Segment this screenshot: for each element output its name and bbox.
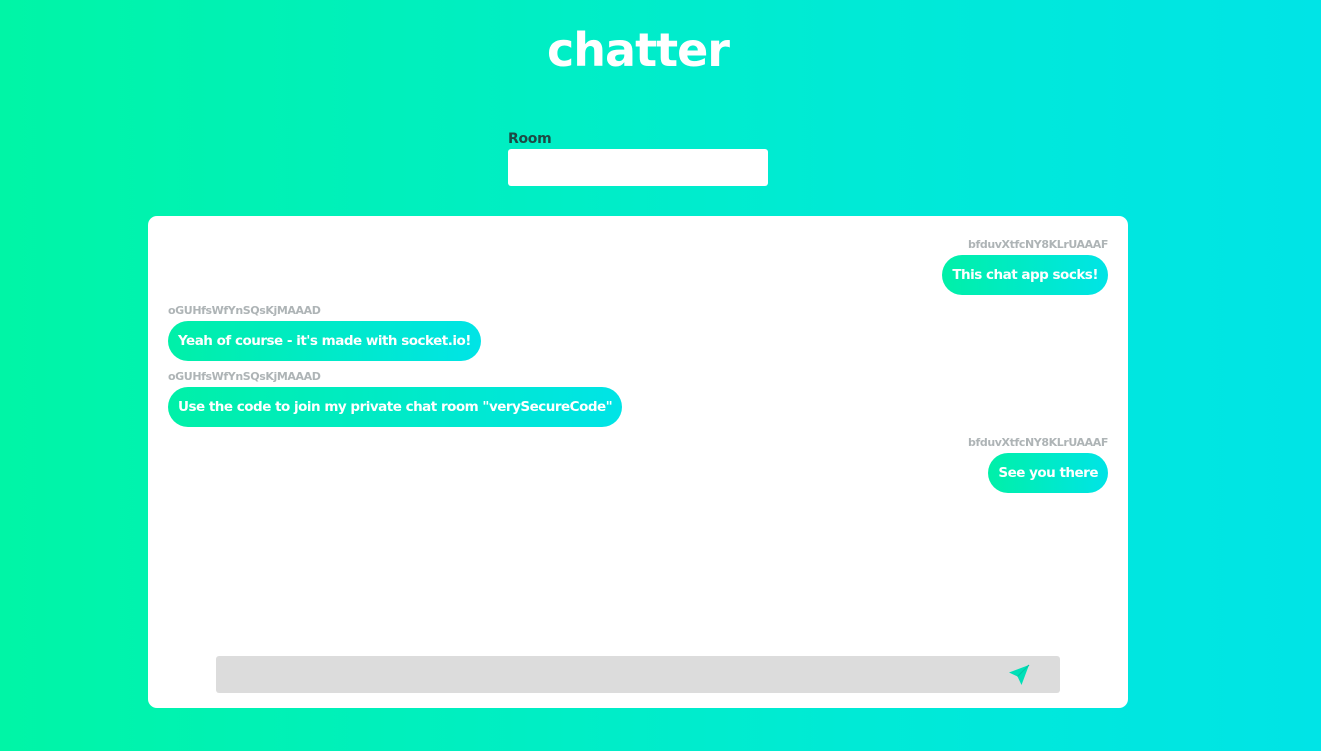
app-title: chatter <box>547 23 730 77</box>
chat-panel: bfduvXtfcNY8KLrUAAAF This chat app socks… <box>148 216 1128 708</box>
message-sender: oGUHfsWfYnSQsKjMAAAD <box>168 370 321 383</box>
message-item: bfduvXtfcNY8KLrUAAAF See you there <box>168 436 1108 493</box>
message-item: oGUHfsWfYnSQsKjMAAAD Yeah of course - it… <box>168 304 1108 361</box>
message-bubble: This chat app socks! <box>942 255 1108 295</box>
message-input[interactable] <box>216 656 996 693</box>
send-icon <box>1006 662 1032 688</box>
message-bubble: Use the code to join my private chat roo… <box>168 387 623 427</box>
message-composer <box>216 656 1060 693</box>
send-button[interactable] <box>1006 662 1032 688</box>
room-field-group: Room <box>508 130 768 186</box>
message-bubble: See you there <box>988 453 1108 493</box>
room-label: Room <box>508 131 552 147</box>
message-item: bfduvXtfcNY8KLrUAAAF This chat app socks… <box>168 238 1108 295</box>
message-sender: oGUHfsWfYnSQsKjMAAAD <box>168 304 321 317</box>
message-sender: bfduvXtfcNY8KLrUAAAF <box>967 238 1108 251</box>
message-list: bfduvXtfcNY8KLrUAAAF This chat app socks… <box>168 238 1108 502</box>
message-bubble: Yeah of course - it's made with socket.i… <box>168 321 481 361</box>
message-sender: bfduvXtfcNY8KLrUAAAF <box>967 436 1108 449</box>
message-item: oGUHfsWfYnSQsKjMAAAD Use the code to joi… <box>168 370 1108 427</box>
room-input[interactable] <box>508 149 768 186</box>
